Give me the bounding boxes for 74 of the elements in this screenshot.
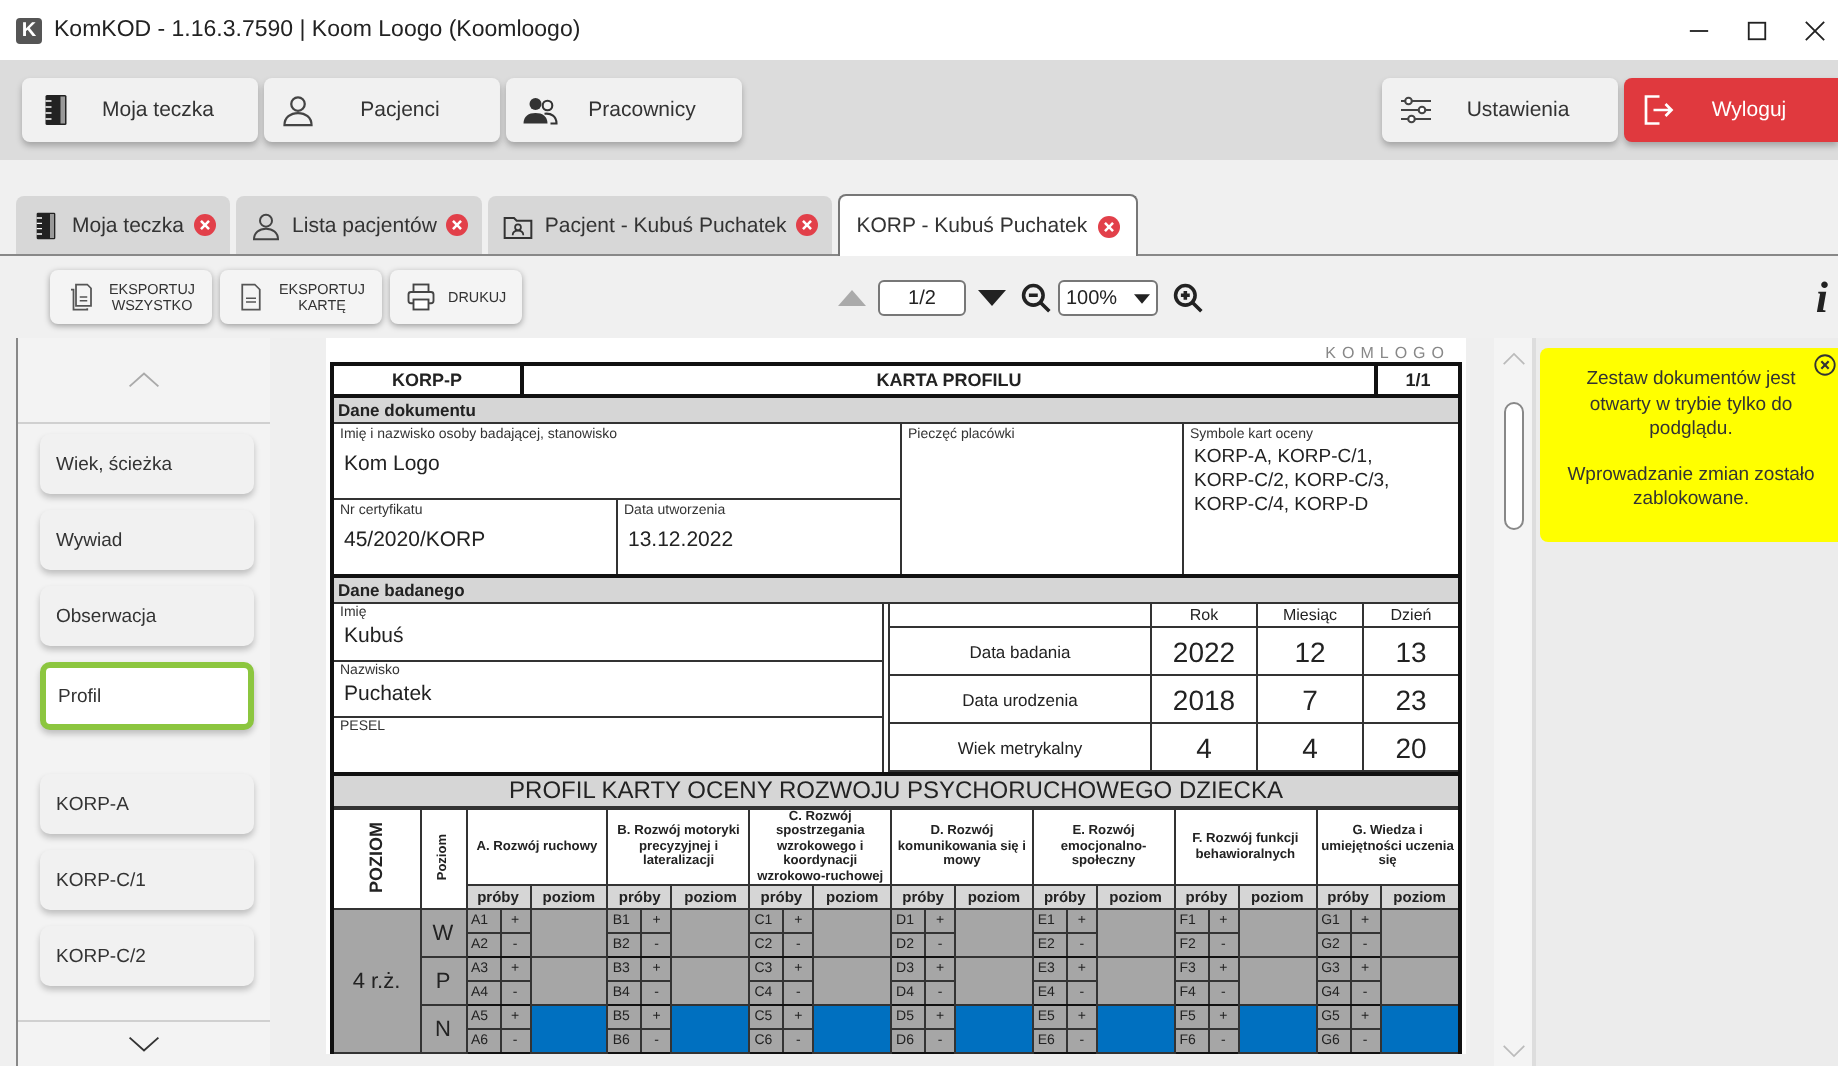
table-cell: 7: [1256, 676, 1362, 724]
document-icon: [236, 282, 266, 312]
sidebar-item[interactable]: KORP-A: [40, 774, 254, 834]
table-cell: 1/1: [1374, 366, 1458, 394]
table-cell: 4: [1256, 724, 1362, 772]
notice-text: Wprowadzanie zmian zostało zablokowane.: [1565, 463, 1817, 513]
field-value: KORP-A, KORP-C/1, KORP-C/2, KORP-C/3, KORP-C/4, KORP-D: [1192, 446, 1392, 518]
row-label: W: [420, 909, 466, 958]
tab[interactable]: Lista pacjentów: [236, 196, 483, 254]
column-header: POZIOM: [334, 809, 420, 910]
sidebar-item[interactable]: Wywiad: [40, 510, 254, 570]
window-title: KomKOD - 1.16.3.7590 | Koom Loogo (Koomloogo): [54, 18, 581, 42]
logout-icon: [1640, 92, 1676, 128]
close-icon[interactable]: [1804, 19, 1826, 41]
table-cell: 20: [1362, 724, 1458, 772]
field-value: Kubuś: [342, 624, 406, 648]
row-label: P: [420, 957, 466, 1006]
column-header: Dzień: [1362, 604, 1458, 628]
page-number-field[interactable]: 1/2: [878, 280, 966, 316]
field-value: Kom Logo: [342, 452, 442, 476]
chevron-down-icon[interactable]: [128, 1036, 160, 1052]
zoom-out-icon[interactable]: [1020, 282, 1052, 314]
tab[interactable]: Moja teczka: [16, 196, 231, 254]
section-heading: Dane badanego: [334, 578, 1458, 604]
table-cell: 2022: [1150, 628, 1256, 676]
person-icon: [280, 92, 316, 128]
logout-button[interactable]: Wyloguj: [1624, 78, 1838, 142]
row-label: 4 r.ż.: [334, 909, 420, 1054]
row-label: N: [420, 1005, 466, 1054]
sidebar-item[interactable]: Obserwacja: [40, 586, 254, 646]
notice-text: Zestaw dokumentów jest otwarty w trybie tylko do podglądu.: [1584, 368, 1798, 443]
nav-button[interactable]: Pacjenci: [264, 78, 500, 142]
field-value: 13.12.2022: [626, 528, 736, 552]
close-icon[interactable]: [1814, 354, 1836, 376]
row-label: Wiek metrykalny: [890, 724, 1150, 772]
sliders-icon: [1398, 92, 1434, 128]
people-icon: [522, 92, 558, 128]
sidebar-item[interactable]: Profil: [40, 662, 254, 730]
row-label: Data badania: [890, 628, 1150, 676]
table-title: PROFIL KARTY OCENY ROZWOJU PSYCHORUCHOWEGO DZIECKA: [334, 776, 1458, 808]
maximize-icon[interactable]: [1746, 19, 1768, 41]
nav-button[interactable]: Moja teczka: [22, 78, 258, 142]
person-icon: [250, 209, 283, 241]
nav-button[interactable]: Pracownicy: [506, 78, 742, 142]
column-header: Miesiąc: [1256, 604, 1362, 628]
scrollbar[interactable]: [1494, 338, 1532, 1066]
sidebar-item[interactable]: KORP-C/1: [40, 850, 254, 910]
zoom-in-icon[interactable]: [1172, 282, 1204, 314]
table-cell: 2018: [1150, 676, 1256, 724]
field-value: Puchatek: [342, 682, 434, 706]
table-cell: 12: [1256, 628, 1362, 676]
table-cell: KARTA PROFILU: [520, 366, 1374, 394]
info-button[interactable]: i: [1815, 272, 1828, 324]
scroll-thumb[interactable]: [1503, 402, 1523, 530]
field-value: 45/2020/KORP: [342, 528, 488, 552]
app-logo: K: [16, 17, 42, 43]
row-label: Data urodzenia: [890, 676, 1150, 724]
caret-icon: [1134, 293, 1150, 303]
table-cell-text: KORP-P: [389, 368, 464, 394]
table-cell: 23: [1362, 676, 1458, 724]
column-header: Rok: [1150, 604, 1256, 628]
page-down-icon[interactable]: [978, 288, 1006, 308]
tab[interactable]: Pacjent - Kubuś Puchatek: [488, 196, 833, 254]
zoom-select[interactable]: 100%: [1058, 280, 1158, 316]
tab[interactable]: KORP - Kubuś Puchatek: [838, 194, 1138, 256]
printer-icon: [406, 282, 436, 312]
sidebar-item[interactable]: KORP-C/2: [40, 926, 254, 986]
settings-button[interactable]: Ustawienia: [1382, 78, 1618, 142]
section-heading: Dane dokumentu: [334, 398, 1458, 424]
sidebar-item[interactable]: Wiek, ścieżka: [40, 434, 254, 494]
logo-text: KOMLOGO: [1325, 344, 1450, 362]
documents-icon: [66, 282, 96, 312]
table-cell: 4: [1150, 724, 1256, 772]
table-cell: 13: [1362, 628, 1458, 676]
